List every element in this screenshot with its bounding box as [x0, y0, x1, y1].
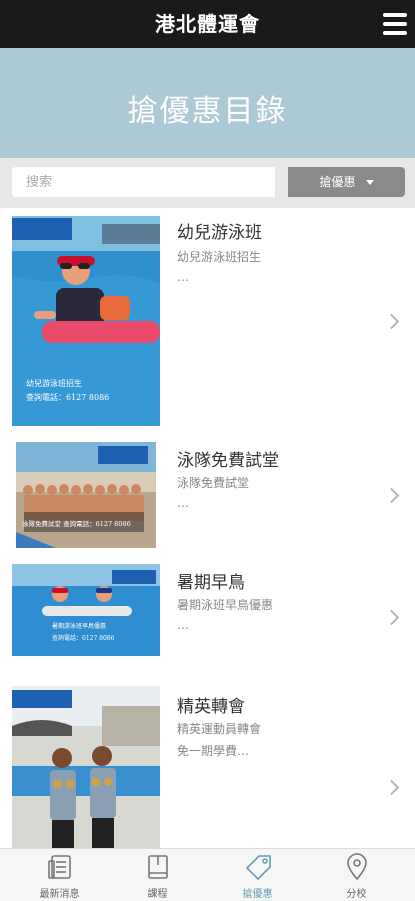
tab-label: 最新消息 [39, 889, 80, 900]
location-pin-icon [347, 853, 367, 881]
item-subtitle: 幼兒游泳班招生 [177, 250, 262, 264]
promotion-thumbnail [12, 686, 160, 848]
tab-label: 課程 [147, 889, 168, 900]
photo-caption: 幼兒游泳班招生 [26, 378, 82, 388]
tab-news[interactable]: 最新消息 [8, 849, 111, 901]
tag-icon [246, 855, 271, 880]
newspaper-icon [48, 855, 71, 879]
item-subtitle: 泳隊免費試堂 [177, 476, 250, 490]
app-title: 港北體運會 [155, 12, 260, 36]
tab-label: 分校 [346, 889, 367, 900]
promotion-thumbnail: 幼兒游泳班招生 查詢電話：6127 8086 [12, 216, 160, 426]
caret-down-icon [365, 180, 374, 185]
item-more: 免一期學費… [177, 744, 250, 758]
item-more: … [177, 496, 189, 510]
item-subtitle: 精英運動員轉會 [177, 722, 262, 736]
hamburger-menu-icon[interactable] [383, 13, 407, 35]
chevron-right-icon [383, 779, 400, 796]
item-more: … [177, 270, 189, 284]
tab-branches[interactable]: 分校 [305, 849, 408, 901]
item-title: 幼兒游泳班 [177, 223, 262, 243]
list-item[interactable]: 泳隊免費試堂 查詢電話：6127 8086 泳隊免費試堂 泳隊免費試堂 … [0, 434, 415, 557]
photo-caption: 暑期游泳班早鳥優惠 [52, 622, 106, 630]
item-more: … [177, 618, 189, 632]
search-input[interactable] [12, 167, 275, 197]
item-title: 暑期早鳥 [177, 573, 245, 593]
item-subtitle: 暑期泳班早鳥優惠 [177, 598, 274, 612]
item-title: 精英轉會 [177, 697, 245, 717]
photo-caption: 查詢電話：6127 8086 [26, 392, 109, 402]
search-bar: 搶優惠 [0, 158, 415, 208]
tab-label: 搶優惠 [242, 889, 273, 900]
category-filter-dropdown[interactable]: 搶優惠 [288, 167, 405, 197]
list-item[interactable]: 精英轉會 精英運動員轉會 免一期學費… [0, 678, 415, 848]
page-banner: 搶優惠目錄 [0, 48, 415, 158]
top-navigation-bar: 港北體運會 [0, 0, 415, 48]
list-item[interactable]: 幼兒游泳班招生 查詢電話：6127 8086 幼兒游泳班 幼兒游泳班招生 … [0, 208, 415, 435]
item-title: 泳隊免費試堂 [177, 451, 279, 471]
bottom-tab-bar: 最新消息 課程 搶優惠 分校 [0, 848, 415, 901]
filter-label: 搶優惠 [319, 175, 356, 189]
chevron-right-icon [383, 313, 400, 330]
promotion-thumbnail: 暑期游泳班早鳥優惠 查詢電話：6127 8086 [12, 564, 160, 656]
tab-courses[interactable]: 課程 [106, 849, 209, 901]
page-title: 搶優惠目錄 [127, 94, 288, 129]
photo-caption: 泳隊免費試堂 查詢電話：6127 8086 [22, 519, 131, 528]
list-item[interactable]: 暑期游泳班早鳥優惠 查詢電話：6127 8086 暑期早鳥 暑期泳班早鳥優惠 … [0, 556, 415, 679]
promotion-thumbnail: 泳隊免費試堂 查詢電話：6127 8086 [16, 442, 156, 548]
tab-promotions[interactable]: 搶優惠 [206, 849, 309, 901]
book-icon [148, 855, 168, 879]
chevron-right-icon [383, 487, 400, 504]
photo-caption: 查詢電話：6127 8086 [52, 634, 115, 642]
chevron-right-icon [383, 609, 400, 626]
